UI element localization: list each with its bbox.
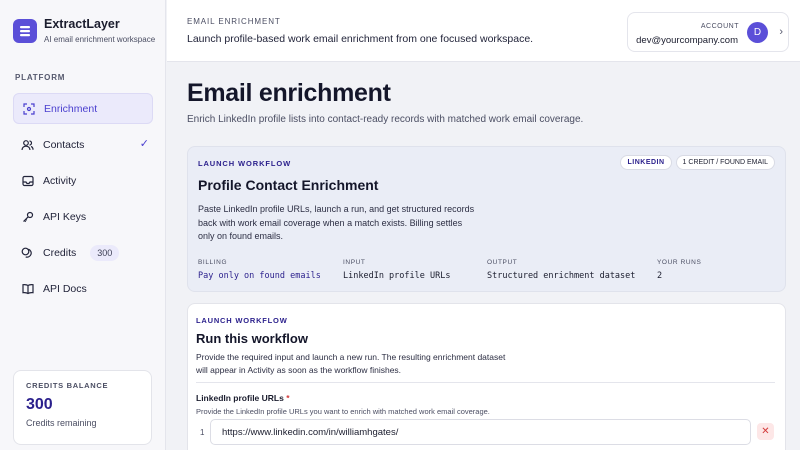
run-title: Run this workflow — [196, 331, 308, 346]
avatar: D — [747, 22, 768, 43]
run-description: Provide the required input and launch a … — [196, 352, 506, 375]
stack-icon — [13, 19, 37, 43]
scan-icon — [22, 102, 35, 115]
meta-label: OUTPUT — [487, 259, 518, 266]
sidebar-item-credits[interactable]: Credits 300 — [13, 237, 153, 268]
field-help: Provide the LinkedIn profile URLs you wa… — [196, 407, 490, 416]
meta-value: Pay only on found emails — [198, 271, 321, 281]
workflow-summary-card: LAUNCH WORKFLOW LINKEDIN 1 CREDIT / FOUN… — [187, 146, 786, 292]
sidebar-item-api-keys[interactable]: API Keys — [13, 201, 153, 232]
sidebar-nav: Enrichment Contacts ✓ Activity API Keys … — [13, 93, 153, 309]
meta-output: OUTPUT Structured enrichment dataset — [487, 259, 635, 281]
sidebar-item-api-docs[interactable]: API Docs — [13, 273, 153, 304]
account-email: dev@yourcompany.com — [636, 35, 738, 46]
linkedin-urls-label: LinkedIn profile URLs * — [196, 393, 290, 403]
check-icon: ✓ — [139, 138, 149, 150]
credits-balance-label: CREDITS BALANCE — [26, 381, 109, 390]
credits-balance-sub: Credits remaining — [26, 418, 97, 428]
page-title: Email enrichment — [187, 79, 391, 107]
required-mark: * — [286, 393, 290, 403]
meta-runs: YOUR RUNS 2 — [657, 259, 701, 281]
sidebar-item-label: Enrichment — [44, 102, 98, 115]
coins-icon — [21, 246, 34, 259]
sidebar-item-label: API Docs — [43, 282, 87, 295]
page-subtitle: Enrich LinkedIn profile lists into conta… — [187, 114, 584, 125]
sidebar-item-label: Contacts — [43, 138, 85, 151]
meta-value: 2 — [657, 271, 663, 281]
pill-pricing: 1 CREDIT / FOUND EMAIL — [675, 155, 775, 170]
sidebar-item-label: Credits — [43, 246, 77, 259]
brand-tagline: AI email enrichment workspace — [44, 35, 156, 44]
row-number: 1 — [200, 428, 205, 437]
chevron-right-icon: › — [779, 26, 783, 38]
meta-label: BILLING — [198, 259, 228, 266]
pill-linkedin: LINKEDIN — [620, 155, 672, 170]
workflow-pills: LINKEDIN 1 CREDIT / FOUND EMAIL — [616, 155, 775, 170]
run-workflow-card: LAUNCH WORKFLOW Run this workflow Provid… — [187, 303, 786, 450]
meta-label: INPUT — [343, 259, 366, 266]
meta-value: LinkedIn profile URLs — [343, 271, 451, 281]
account-menu[interactable]: ACCOUNT dev@yourcompany.com D › — [627, 12, 789, 52]
meta-value: Structured enrichment dataset — [487, 271, 636, 281]
sidebar-item-label: API Keys — [43, 210, 87, 223]
key-icon — [21, 210, 34, 223]
header-overline: EMAIL ENRICHMENT — [187, 17, 281, 26]
credits-balance-card: CREDITS BALANCE 300 Credits remaining — [13, 370, 152, 445]
brand-name: ExtractLayer — [44, 17, 120, 31]
users-icon — [21, 138, 34, 151]
linkedin-url-input[interactable] — [210, 419, 751, 445]
credits-badge: 300 — [90, 244, 120, 261]
sidebar-item-activity[interactable]: Activity — [13, 165, 153, 196]
header-title: Launch profile-based work email enrichme… — [187, 33, 534, 45]
sidebar-item-contacts[interactable]: Contacts ✓ — [13, 129, 153, 160]
run-overline: LAUNCH WORKFLOW — [196, 316, 288, 325]
credits-balance-value: 300 — [26, 396, 53, 413]
remove-row-button[interactable]: ✕ — [757, 423, 774, 440]
field-label-text: LinkedIn profile URLs — [196, 393, 284, 403]
divider — [196, 382, 775, 383]
account-label: ACCOUNT — [700, 23, 739, 30]
workflow-title: Profile Contact Enrichment — [198, 177, 379, 193]
meta-label: YOUR RUNS — [657, 259, 702, 266]
sidebar-item-enrichment[interactable]: Enrichment — [13, 93, 153, 124]
workflow-overline: LAUNCH WORKFLOW — [198, 159, 292, 168]
nav-heading: PLATFORM — [15, 73, 66, 82]
meta-input: INPUT LinkedIn profile URLs — [343, 259, 450, 281]
brand[interactable]: ExtractLayer AI email enrichment workspa… — [13, 17, 155, 45]
book-icon — [21, 282, 34, 295]
top-header: EMAIL ENRICHMENT Launch profile-based wo… — [167, 0, 800, 62]
workflow-description: Paste LinkedIn profile URLs, launch a ru… — [198, 204, 475, 241]
inbox-icon — [21, 174, 34, 187]
meta-billing: BILLING Pay only on found emails — [198, 259, 321, 281]
sidebar-item-label: Activity — [43, 174, 77, 187]
sidebar: ExtractLayer AI email enrichment workspa… — [0, 0, 166, 450]
